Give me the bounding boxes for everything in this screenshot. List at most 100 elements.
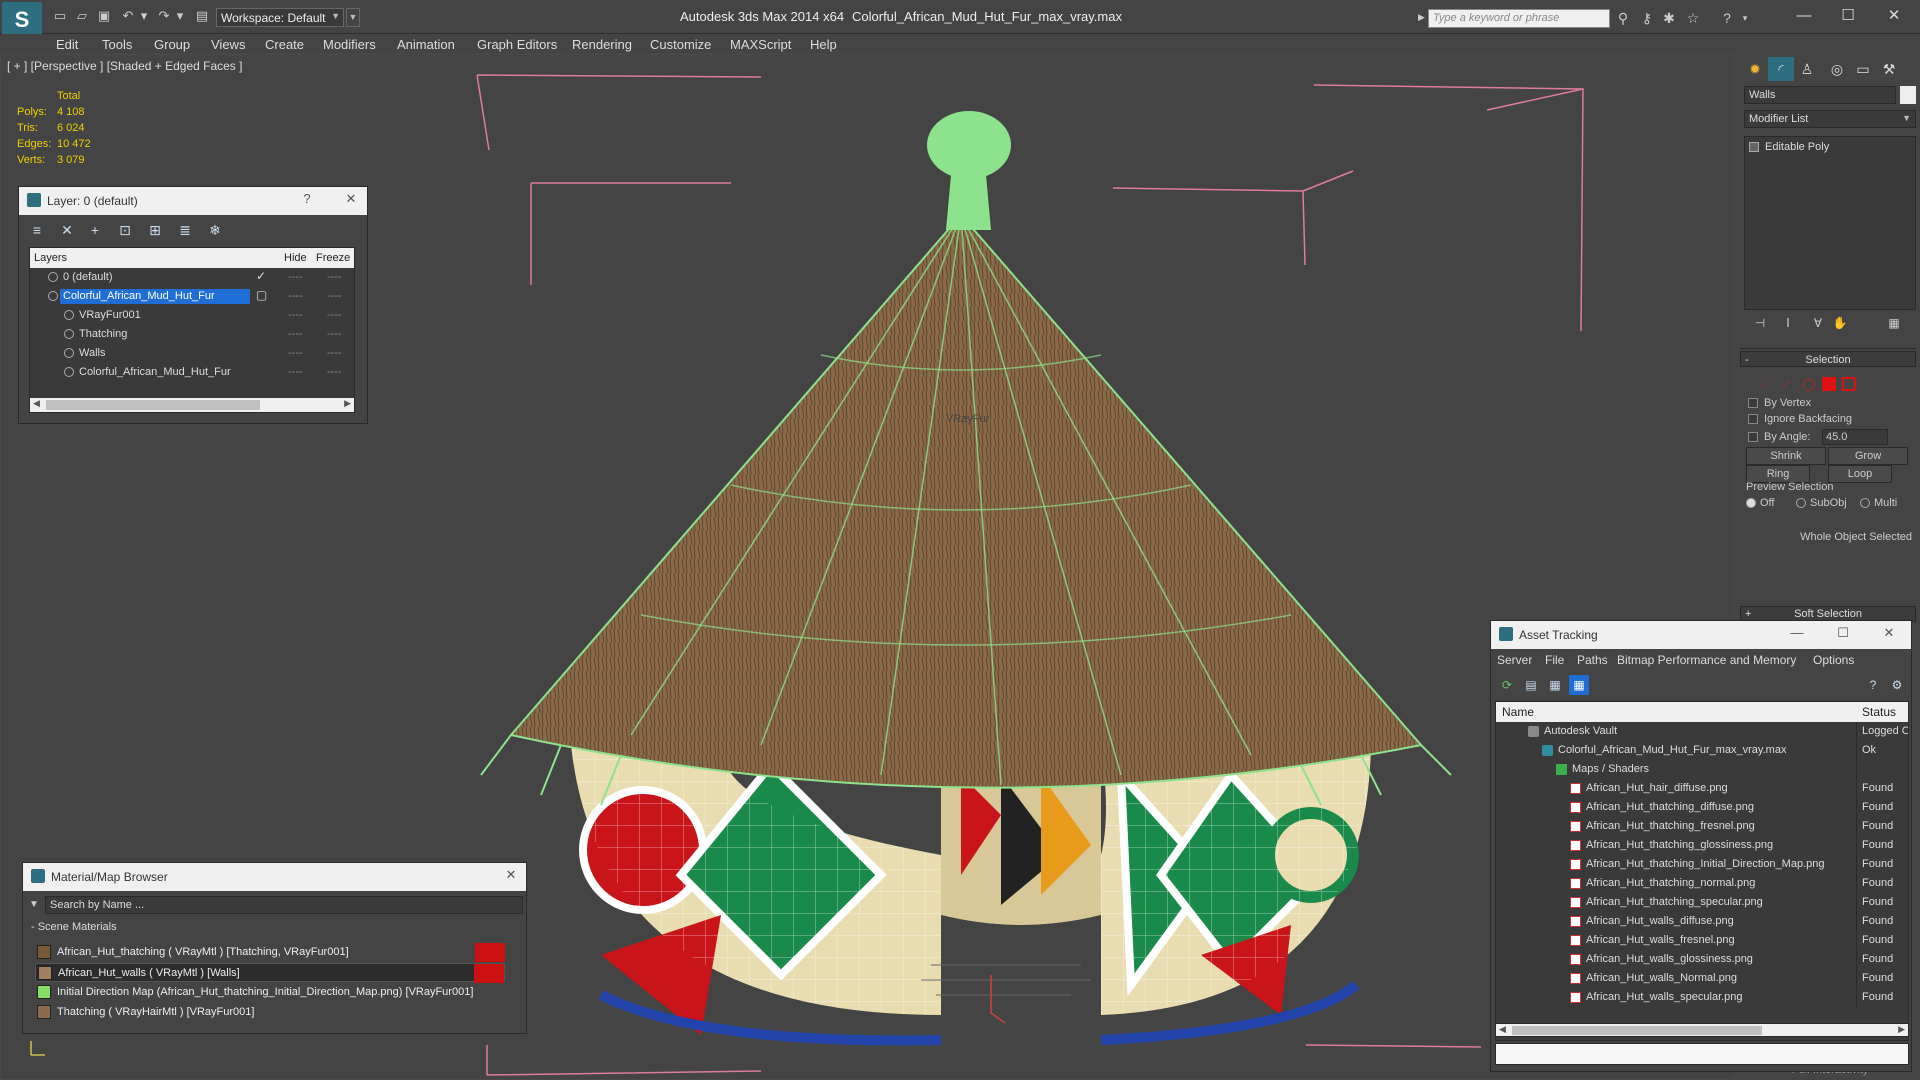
shrink-button[interactable]: Shrink <box>1746 447 1826 465</box>
hide-toggle[interactable]: ---- <box>288 366 303 378</box>
object-name-field[interactable]: Walls <box>1744 86 1896 104</box>
layer-help-button[interactable]: ? <box>297 191 317 206</box>
asset-menu-server[interactable]: Server <box>1497 653 1532 667</box>
menu-views[interactable]: Views <box>211 37 245 52</box>
scene-materials-group[interactable]: - Scene Materials <box>31 921 511 933</box>
asset-menu-bitmap-performance[interactable]: Bitmap Performance and Memory <box>1617 653 1796 667</box>
material-item[interactable]: Thatching ( VRayHairMtl ) [VRayFur001] <box>35 1003 505 1022</box>
refresh-icon[interactable]: ⟳ <box>1497 675 1517 695</box>
configure-modifier-sets-icon[interactable]: ▦ <box>1884 316 1904 334</box>
redo-icon[interactable]: ↷ <box>156 9 172 23</box>
create-layer-icon[interactable]: ≡ <box>27 220 47 240</box>
select-objects-icon[interactable]: ⊡ <box>115 220 135 240</box>
col-hide[interactable]: Hide <box>284 252 307 264</box>
asset-row[interactable]: African_Hut_walls_specular.png Found <box>1496 988 1908 1007</box>
layer-object-row[interactable]: Thatching ---- ---- <box>30 325 354 344</box>
show-end-result-icon[interactable]: Ⅰ <box>1778 316 1798 334</box>
active-layer-check-icon[interactable]: ✓ <box>256 269 266 283</box>
freeze-toggle[interactable]: ---- <box>327 290 342 302</box>
menu-create[interactable]: Create <box>265 37 304 52</box>
freeze-toggle[interactable]: ---- <box>327 328 342 340</box>
loop-button[interactable]: Loop <box>1828 465 1892 483</box>
by-angle-checkbox[interactable]: By Angle: <box>1748 431 1810 443</box>
communication-icon[interactable]: ✱ <box>1660 9 1678 27</box>
scrollbar-thumb[interactable] <box>1512 1026 1762 1035</box>
create-tab-icon[interactable]: ✹ <box>1742 57 1768 81</box>
menu-rendering[interactable]: Rendering <box>572 37 632 52</box>
utilities-tab-icon[interactable]: ⚒ <box>1876 57 1902 81</box>
help-dropdown-icon[interactable]: ▾ <box>1736 9 1754 27</box>
asset-menu-options[interactable]: Options <box>1813 653 1854 667</box>
remove-modifier-icon[interactable]: ✋ <box>1830 316 1850 334</box>
asset-menu-file[interactable]: File <box>1545 653 1564 667</box>
menu-customize[interactable]: Customize <box>650 37 711 52</box>
layer-object-row[interactable]: Walls ---- ---- <box>30 344 354 363</box>
hide-toggle[interactable]: ---- <box>288 290 303 302</box>
workspace-options-button[interactable]: ▼ <box>346 8 360 27</box>
polygon-mode-icon[interactable] <box>1822 377 1836 391</box>
freeze-toggle[interactable]: ---- <box>327 271 342 283</box>
scroll-left-icon[interactable]: ◀ <box>33 398 40 409</box>
element-mode-icon[interactable] <box>1842 377 1856 391</box>
asset-row[interactable]: African_Hut_thatching_diffuse.png Found <box>1496 798 1908 817</box>
hide-all-layers-icon[interactable]: ≣ <box>175 220 195 240</box>
scroll-left-icon[interactable]: ◀ <box>1499 1024 1506 1035</box>
object-color-swatch[interactable] <box>1900 86 1916 104</box>
menu-modifiers[interactable]: Modifiers <box>323 37 376 52</box>
asset-row[interactable]: African_Hut_thatching_glossiness.png Foun… <box>1496 836 1908 855</box>
thumbnail-view-icon[interactable]: ▦ <box>1545 675 1565 695</box>
material-item[interactable]: African_Hut_thatching ( VRayMtl ) [Thatc… <box>35 943 505 962</box>
make-unique-icon[interactable]: ∀ <box>1808 316 1828 334</box>
preview-multi-radio[interactable]: Multi <box>1860 497 1897 509</box>
workspace-dropdown[interactable]: Workspace: Default ▼ <box>216 8 344 27</box>
freeze-toggle[interactable]: ---- <box>327 309 342 321</box>
asset-help-icon[interactable]: ? <box>1863 675 1883 695</box>
menu-group[interactable]: Group <box>154 37 190 52</box>
menu-tools[interactable]: Tools <box>102 37 132 52</box>
modifier-list-dropdown[interactable]: Modifier List ▼ <box>1744 110 1916 128</box>
asset-row[interactable]: Colorful_African_Mud_Hut_Fur_max_vray.ma… <box>1496 741 1908 760</box>
asset-row[interactable]: African_Hut_thatching_Initial_Direction_… <box>1496 855 1908 874</box>
motion-tab-icon[interactable]: ◎ <box>1824 57 1850 81</box>
layer-close-button[interactable]: ✕ <box>341 191 361 207</box>
undo-dropdown-icon[interactable]: ▾ <box>136 9 152 23</box>
asset-menu-paths[interactable]: Paths <box>1577 653 1608 667</box>
layer-panel-title-bar[interactable]: Layer: 0 (default) ? ✕ <box>19 187 367 215</box>
material-browser-close-button[interactable]: ✕ <box>501 867 521 883</box>
active-layer-checkbox-icon[interactable]: ▢ <box>256 288 267 302</box>
material-item[interactable]: Initial Direction Map (African_Hut_thatc… <box>35 983 505 1002</box>
expand-icon[interactable] <box>1749 142 1759 153</box>
ignore-backfacing-checkbox[interactable]: Ignore Backfacing <box>1748 413 1852 425</box>
undo-icon[interactable]: ↶ <box>120 9 136 23</box>
favorites-star-icon[interactable]: ☆ <box>1684 9 1702 27</box>
menu-animation[interactable]: Animation <box>397 37 455 52</box>
asset-row[interactable]: Autodesk Vault Logged Out <box>1496 722 1908 741</box>
preview-off-radio[interactable]: Off <box>1746 497 1774 509</box>
table-view-icon[interactable]: ▦ <box>1569 675 1589 695</box>
angle-spinner[interactable]: 45.0 <box>1822 429 1888 445</box>
asset-row[interactable]: African_Hut_walls_diffuse.png Found <box>1496 912 1908 931</box>
grow-button[interactable]: Grow <box>1828 447 1908 465</box>
maximize-button[interactable]: ☐ <box>1828 4 1868 28</box>
add-to-layer-icon[interactable]: + <box>85 220 105 240</box>
freeze-all-layers-icon[interactable]: ❄ <box>205 220 225 240</box>
close-button[interactable]: ✕ <box>1874 4 1914 28</box>
list-view-icon[interactable]: ▤ <box>1521 675 1541 695</box>
layer-object-row[interactable]: Colorful_African_Mud_Hut_Fur ---- ---- <box>30 363 354 382</box>
hierarchy-tab-icon[interactable]: ♙ <box>1794 57 1820 81</box>
search-expand-icon[interactable]: ▶ <box>1418 12 1425 23</box>
layer-row-selected[interactable]: Colorful_African_Mud_Hut_Fur ▢ ---- ---- <box>30 287 354 306</box>
layer-object-row[interactable]: VRayFur001 ---- ---- <box>30 306 354 325</box>
material-item[interactable]: African_Hut_walls ( VRayMtl ) [Walls] <box>35 963 505 983</box>
pin-stack-icon[interactable]: ⊣ <box>1750 316 1770 334</box>
asset-row[interactable]: Maps / Shaders <box>1496 760 1908 779</box>
project-folder-icon[interactable]: ▤ <box>194 9 210 23</box>
binoculars-icon[interactable]: ⚲ <box>1614 9 1632 27</box>
freeze-toggle[interactable]: ---- <box>327 366 342 378</box>
search-input[interactable]: Type a keyword or phrase <box>1428 9 1610 28</box>
open-file-icon[interactable]: ▱ <box>74 9 90 23</box>
selection-rollout-header[interactable]: - Selection <box>1740 351 1916 367</box>
asset-row[interactable]: African_Hut_thatching_normal.png Found <box>1496 874 1908 893</box>
preview-subobj-radio[interactable]: SubObj <box>1796 497 1847 509</box>
col-layers[interactable]: Layers <box>34 252 67 264</box>
